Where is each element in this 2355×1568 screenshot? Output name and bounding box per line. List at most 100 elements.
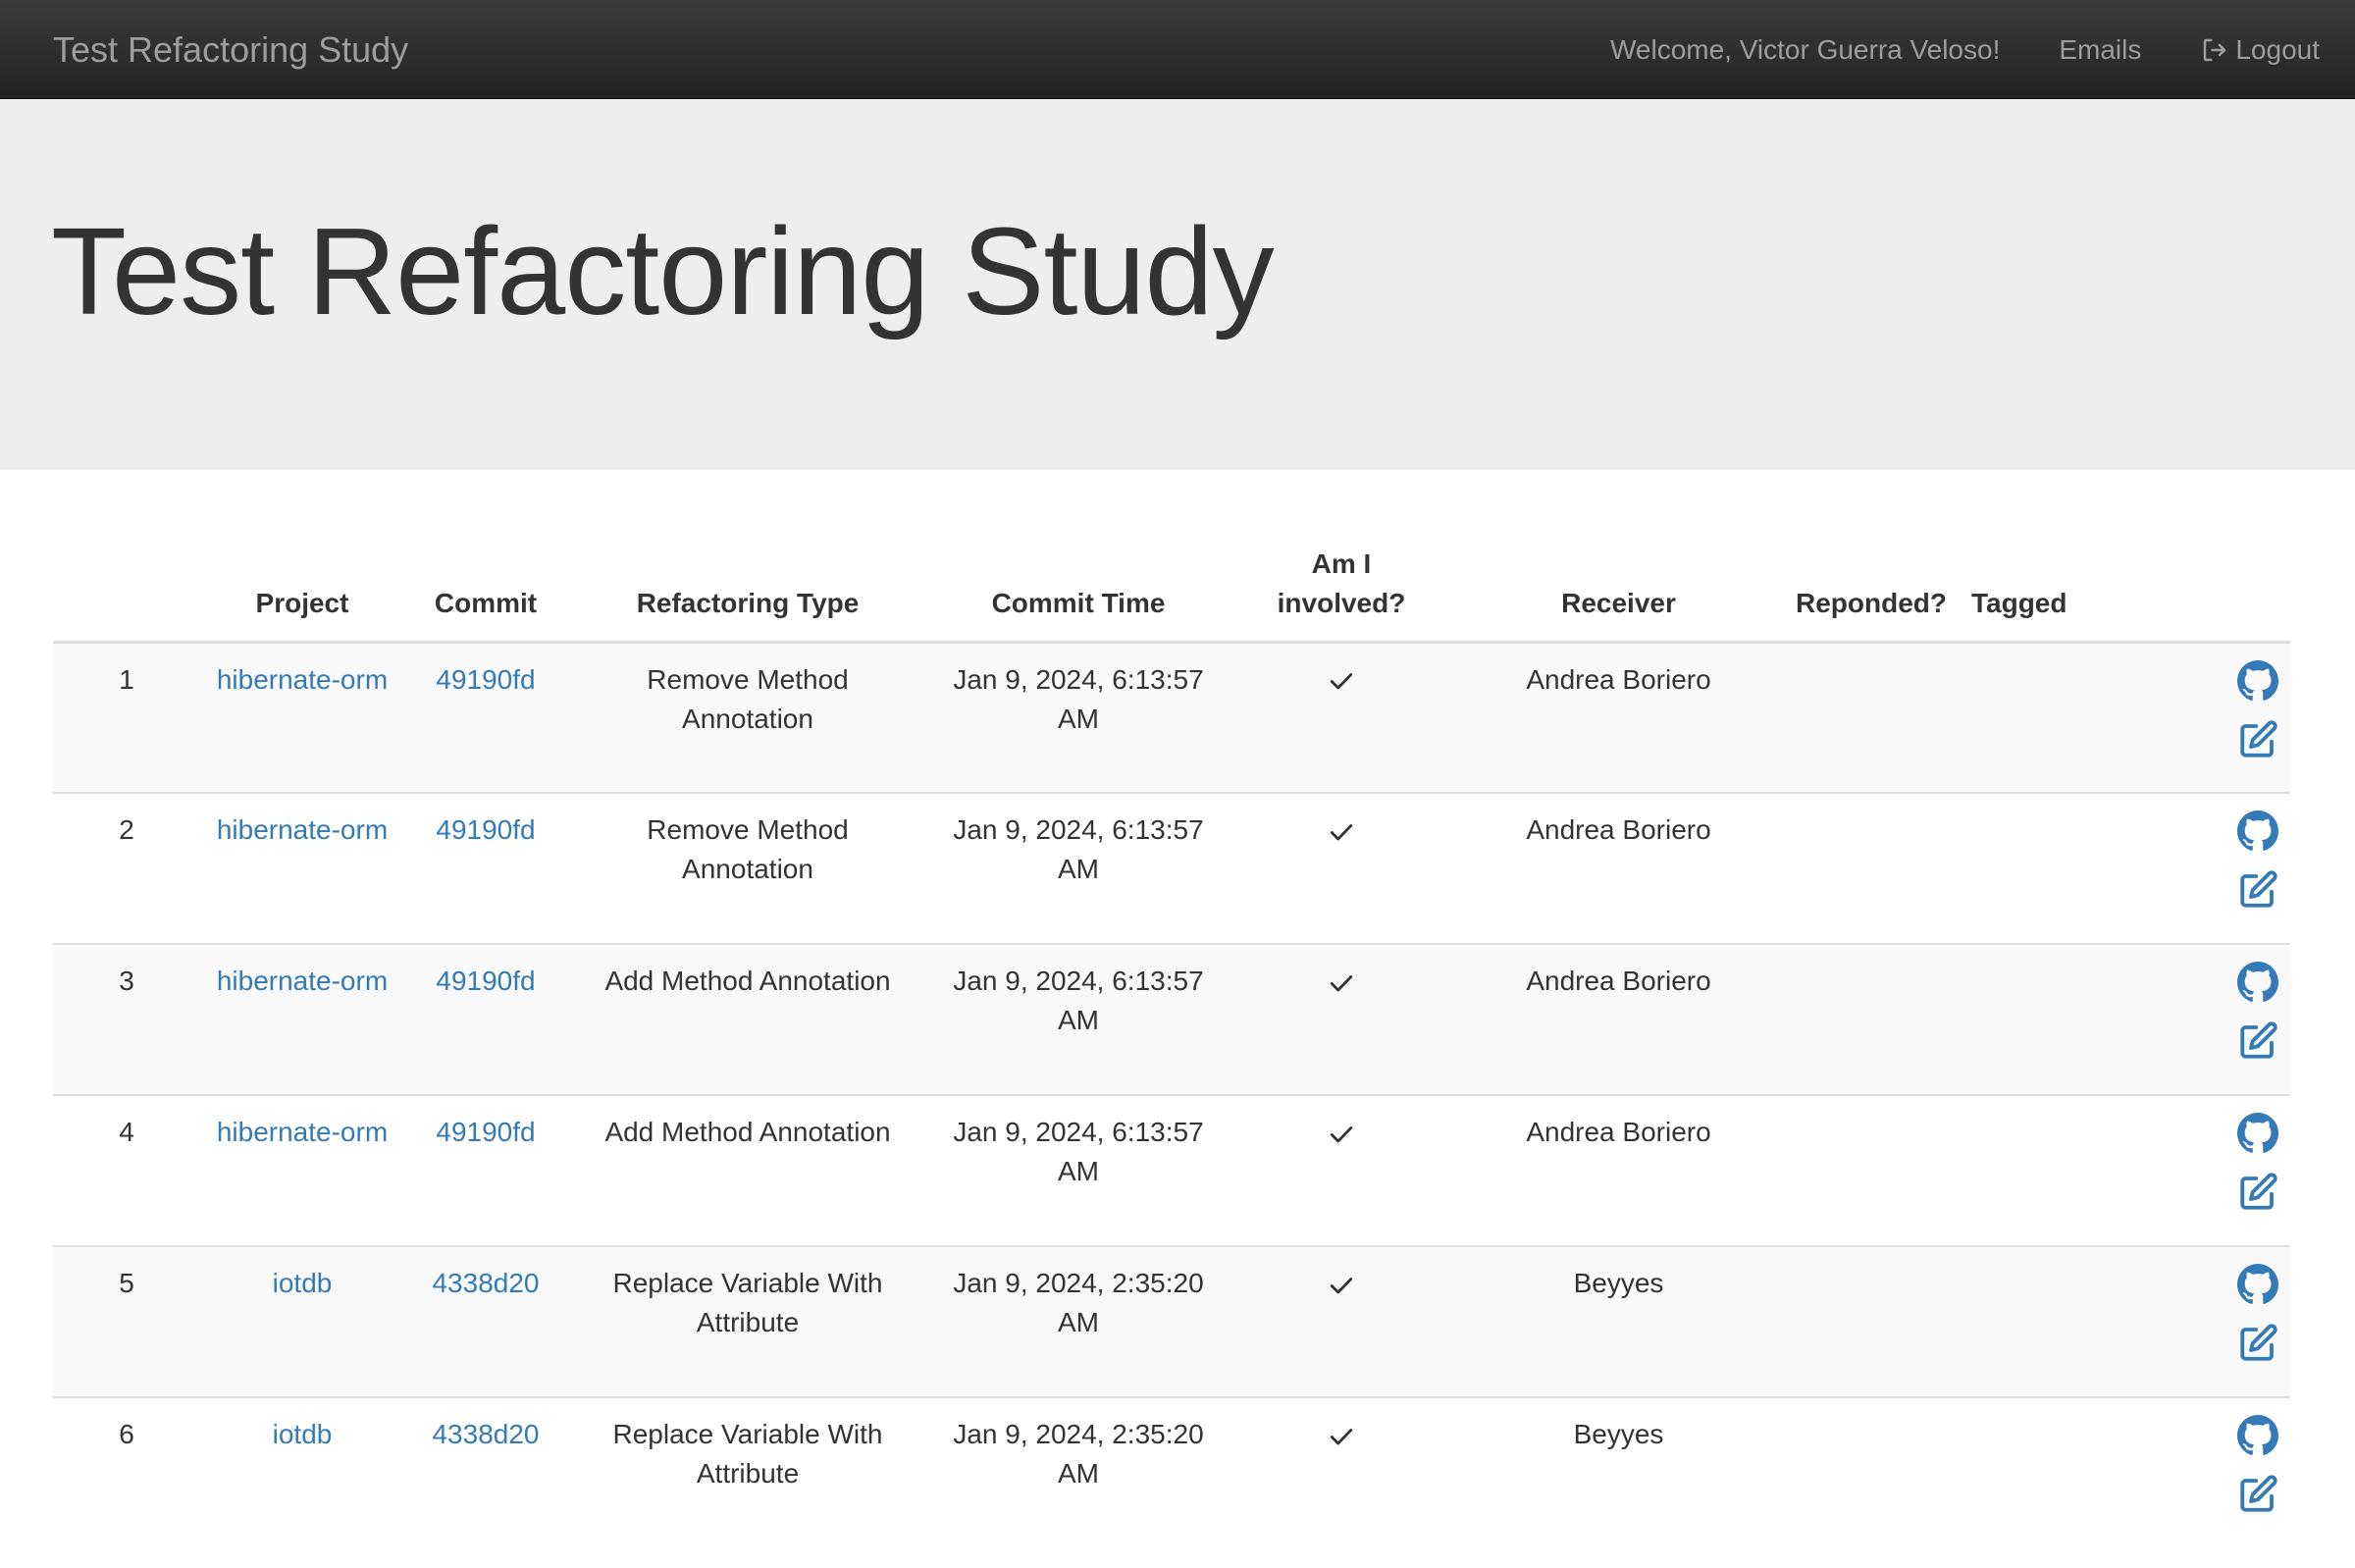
col-header-time: Commit Time xyxy=(928,535,1229,644)
receiver: Andrea Boriero xyxy=(1454,1094,1783,1246)
table-row: 6 iotdb 4338d20 Replace Variable With At… xyxy=(53,1396,2290,1548)
commit-time: Jan 9, 2024, 6:13:57 AM xyxy=(928,642,1229,793)
row-actions xyxy=(2092,1396,2290,1548)
receiver: Beyyes xyxy=(1454,1245,1783,1397)
edit-icon[interactable] xyxy=(2237,719,2278,760)
logout-icon xyxy=(2204,38,2226,61)
commit-time: Jan 9, 2024, 6:13:57 AM xyxy=(928,1094,1229,1246)
refactorings-table: Project Commit Refactoring Type Commit T… xyxy=(53,535,2290,1548)
commit-cell: 49190fd xyxy=(404,642,567,793)
responded xyxy=(1783,792,1960,944)
check-icon xyxy=(1330,673,1353,690)
tagged xyxy=(1960,1396,2092,1548)
commit-cell: 49190fd xyxy=(404,792,567,944)
refactoring-type: Replace Variable With Attribute xyxy=(567,1396,928,1548)
tagged xyxy=(1960,1094,2092,1246)
commit-cell: 49190fd xyxy=(404,943,567,1095)
edit-icon[interactable] xyxy=(2237,1474,2278,1515)
col-header-involved: Am I involved? xyxy=(1229,535,1454,644)
commit-time: Jan 9, 2024, 2:35:20 AM xyxy=(928,1396,1229,1548)
commit-time: Jan 9, 2024, 6:13:57 AM xyxy=(928,792,1229,944)
github-icon[interactable] xyxy=(2237,1264,2278,1305)
commit-cell: 49190fd xyxy=(404,1094,567,1246)
row-actions xyxy=(2092,1245,2290,1397)
brand-link[interactable]: Test Refactoring Study xyxy=(53,0,408,99)
row-actions xyxy=(2092,1094,2290,1246)
receiver: Beyyes xyxy=(1454,1396,1783,1548)
table-header-row: Project Commit Refactoring Type Commit T… xyxy=(53,535,2290,644)
github-icon[interactable] xyxy=(2237,810,2278,852)
involved-cell xyxy=(1229,792,1454,944)
col-header-num xyxy=(53,535,200,644)
col-header-receiver: Receiver xyxy=(1454,535,1783,644)
edit-icon[interactable] xyxy=(2237,869,2278,911)
check-icon xyxy=(1330,1277,1353,1294)
commit-link[interactable]: 4338d20 xyxy=(432,1268,539,1298)
github-icon[interactable] xyxy=(2237,659,2278,702)
commit-link[interactable]: 49190fd xyxy=(436,966,535,996)
logout-label: Logout xyxy=(2235,33,2320,65)
row-number: 1 xyxy=(53,642,200,793)
github-icon[interactable] xyxy=(2237,1415,2278,1456)
row-actions xyxy=(2092,642,2290,793)
commit-link[interactable]: 49190fd xyxy=(436,664,535,695)
tagged xyxy=(1960,1245,2092,1397)
jumbotron: Test Refactoring Study xyxy=(0,99,2355,470)
project-cell: hibernate-orm xyxy=(200,943,404,1095)
edit-icon[interactable] xyxy=(2237,1020,2278,1062)
project-cell: iotdb xyxy=(200,1396,404,1548)
row-number: 5 xyxy=(53,1245,200,1397)
project-link[interactable]: hibernate-orm xyxy=(217,1117,388,1147)
col-header-involved-line2: involved? xyxy=(1277,587,1406,618)
commit-link[interactable]: 49190fd xyxy=(436,814,535,845)
refactoring-type: Remove Method Annotation xyxy=(567,642,928,793)
col-header-tagged: Tagged xyxy=(1960,535,2092,644)
project-cell: hibernate-orm xyxy=(200,1094,404,1246)
navbar-right: Welcome, Victor Guerra Veloso! Emails Lo… xyxy=(1551,0,2320,99)
involved-cell xyxy=(1229,1245,1454,1397)
table-row: 1 hibernate-orm 49190fd Remove Method An… xyxy=(53,642,2290,793)
check-icon xyxy=(1330,1428,1353,1445)
page-title: Test Refactoring Study xyxy=(51,202,1275,340)
col-header-involved-line1: Am I xyxy=(1311,548,1372,579)
project-cell: hibernate-orm xyxy=(200,642,404,793)
edit-icon[interactable] xyxy=(2237,1172,2278,1213)
refactoring-type: Add Method Annotation xyxy=(567,1094,928,1246)
row-number: 3 xyxy=(53,943,200,1095)
welcome-text: Welcome, Victor Guerra Veloso! xyxy=(1609,33,2001,65)
emails-link[interactable]: Emails xyxy=(2059,34,2141,66)
row-number: 2 xyxy=(53,792,200,944)
responded xyxy=(1783,943,1960,1095)
project-link[interactable]: iotdb xyxy=(273,1419,333,1449)
project-cell: hibernate-orm xyxy=(200,792,404,944)
tagged xyxy=(1960,642,2092,793)
row-actions xyxy=(2092,943,2290,1095)
check-icon xyxy=(1330,1125,1353,1143)
commit-time: Jan 9, 2024, 6:13:57 AM xyxy=(928,943,1229,1095)
logout-link[interactable]: Logout xyxy=(2200,34,2320,66)
project-link[interactable]: hibernate-orm xyxy=(217,966,388,996)
github-icon[interactable] xyxy=(2237,1113,2278,1154)
table-row: 5 iotdb 4338d20 Replace Variable With At… xyxy=(53,1245,2290,1397)
project-link[interactable]: iotdb xyxy=(273,1268,333,1298)
edit-icon[interactable] xyxy=(2237,1323,2278,1364)
check-icon xyxy=(1330,974,1353,992)
involved-cell xyxy=(1229,1094,1454,1246)
commit-cell: 4338d20 xyxy=(404,1396,567,1548)
commit-cell: 4338d20 xyxy=(404,1245,567,1397)
github-icon[interactable] xyxy=(2237,962,2278,1003)
col-header-actions xyxy=(2092,535,2290,644)
project-link[interactable]: hibernate-orm xyxy=(217,664,388,695)
tagged xyxy=(1960,943,2092,1095)
project-link[interactable]: hibernate-orm xyxy=(217,814,388,845)
table-row: 3 hibernate-orm 49190fd Add Method Annot… xyxy=(53,943,2290,1095)
commit-link[interactable]: 4338d20 xyxy=(432,1419,539,1449)
commit-link[interactable]: 49190fd xyxy=(436,1117,535,1147)
row-number: 4 xyxy=(53,1094,200,1246)
row-number: 6 xyxy=(53,1396,200,1548)
table-row: 2 hibernate-orm 49190fd Remove Method An… xyxy=(53,792,2290,944)
table-body: 1 hibernate-orm 49190fd Remove Method An… xyxy=(53,642,2290,1548)
refactoring-type: Add Method Annotation xyxy=(567,943,928,1095)
check-icon xyxy=(1330,823,1353,841)
col-header-commit: Commit xyxy=(404,535,567,644)
